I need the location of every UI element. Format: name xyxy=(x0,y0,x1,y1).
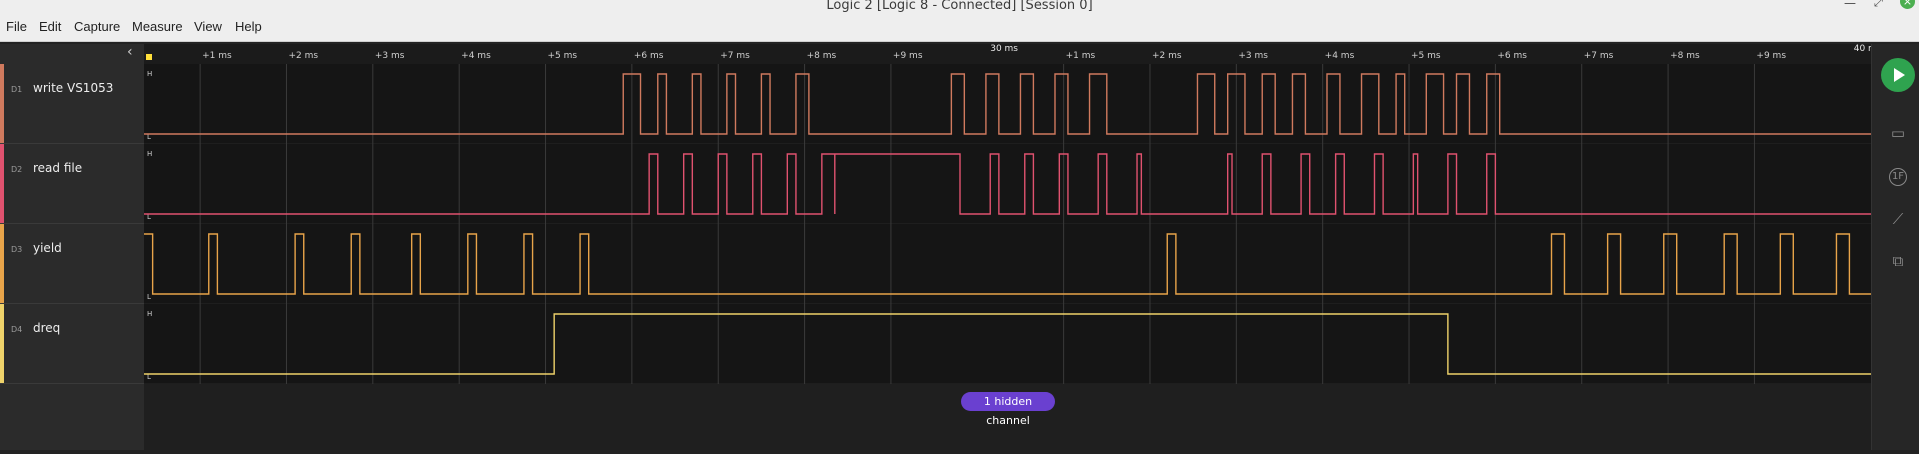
extensions-icon[interactable]: 1F xyxy=(1889,168,1907,186)
menu-edit[interactable]: Edit xyxy=(39,19,61,34)
channel-name[interactable]: read file xyxy=(33,161,82,175)
time-tick-label: +8 ms xyxy=(807,51,837,61)
time-tick-label: +5 ms xyxy=(548,51,578,61)
channel-name[interactable]: yield xyxy=(33,241,62,255)
channel-row-d3[interactable]: D3 yield xyxy=(0,224,144,304)
channel-name[interactable]: write VS1053 xyxy=(33,81,113,95)
channel-color-d2 xyxy=(0,144,4,223)
channel-id: D1 xyxy=(11,85,23,94)
time-cursor-marker[interactable] xyxy=(146,54,152,60)
channel-row-d4[interactable]: D4 dreq xyxy=(0,304,144,384)
time-tick-label: +7 ms xyxy=(720,51,750,61)
time-tick-label: +7 ms xyxy=(1584,51,1614,61)
channel-row-d1[interactable]: D1 write VS1053 xyxy=(0,64,144,144)
time-tick-label: +6 ms xyxy=(1497,51,1527,61)
play-icon xyxy=(1894,68,1905,82)
minimize-icon[interactable]: — xyxy=(1844,0,1856,10)
menu-view[interactable]: View xyxy=(194,19,222,34)
time-tick-label: +3 ms xyxy=(1238,51,1268,61)
menu-bar: File Edit Capture Measure View Help xyxy=(0,13,1919,42)
high-level-label: H xyxy=(147,70,152,78)
high-level-label: H xyxy=(147,150,152,158)
menu-capture[interactable]: Capture xyxy=(74,19,120,34)
channel-id: D3 xyxy=(11,245,23,254)
channel-row-d2[interactable]: D2 read file xyxy=(0,144,144,224)
channel-sidebar: D1 write VS1053 D2 read file D3 yield D4… xyxy=(0,44,144,450)
time-tick-label: +4 ms xyxy=(1325,51,1355,61)
time-tick-label: +6 ms xyxy=(634,51,664,61)
start-capture-button[interactable] xyxy=(1881,58,1915,92)
time-major-label: 40 ms xyxy=(1854,44,1871,54)
waveform-plot[interactable]: +1 ms +2 ms +3 ms +4 ms +5 ms +6 ms +7 ms +8 ms… xyxy=(144,44,1882,450)
time-tick-label: +3 ms xyxy=(375,51,405,61)
time-major-label: 30 ms xyxy=(990,44,1018,54)
maximize-icon[interactable]: ⤢ xyxy=(1874,0,1883,10)
channel-color-d3 xyxy=(0,224,4,303)
low-level-label: L xyxy=(147,293,151,301)
time-tick-label: +9 ms xyxy=(1756,51,1786,61)
menu-measure[interactable]: Measure xyxy=(132,19,183,34)
time-tick-label: +2 ms xyxy=(288,51,318,61)
right-toolbar xyxy=(1871,44,1919,450)
menu-file[interactable]: File xyxy=(6,19,27,34)
time-tick-label: +4 ms xyxy=(461,51,491,61)
time-tick-label: +9 ms xyxy=(893,51,923,61)
time-tick-label: +8 ms xyxy=(1670,51,1700,61)
measure-icon[interactable]: ⟋ xyxy=(1883,210,1913,228)
channel-lane xyxy=(144,144,1871,223)
window-title: Logic 2 [Logic 8 - Connected] [Session 0… xyxy=(826,0,1093,13)
channel-lane xyxy=(144,224,1871,303)
waveform-svg[interactable]: +1 ms +2 ms +3 ms +4 ms +5 ms +6 ms +7 ms +8 ms… xyxy=(144,44,1882,450)
channel-lane xyxy=(144,304,1871,383)
time-tick-label: +2 ms xyxy=(1152,51,1182,61)
time-tick-label: +5 ms xyxy=(1411,51,1441,61)
time-tick-label: +1 ms xyxy=(1066,51,1096,61)
collapse-sidebar-icon[interactable]: ‹ xyxy=(127,44,133,60)
menu-help[interactable]: Help xyxy=(235,19,262,34)
time-tick-label: +1 ms xyxy=(202,51,232,61)
high-level-label: H xyxy=(147,310,152,318)
channel-lane xyxy=(144,64,1871,143)
analyzers-icon[interactable]: ▭ xyxy=(1883,124,1913,142)
channel-color-d1 xyxy=(0,64,4,143)
hidden-channels-badge[interactable]: 1 hidden channel xyxy=(961,392,1055,427)
channel-id: D2 xyxy=(11,165,23,174)
layout-icon[interactable]: ⧉ xyxy=(1883,252,1913,270)
channel-name[interactable]: dreq xyxy=(33,321,60,335)
window-titlebar: Logic 2 [Logic 8 - Connected] [Session 0… xyxy=(0,0,1919,13)
channel-id: D4 xyxy=(11,325,23,334)
channel-color-d4 xyxy=(0,304,4,383)
